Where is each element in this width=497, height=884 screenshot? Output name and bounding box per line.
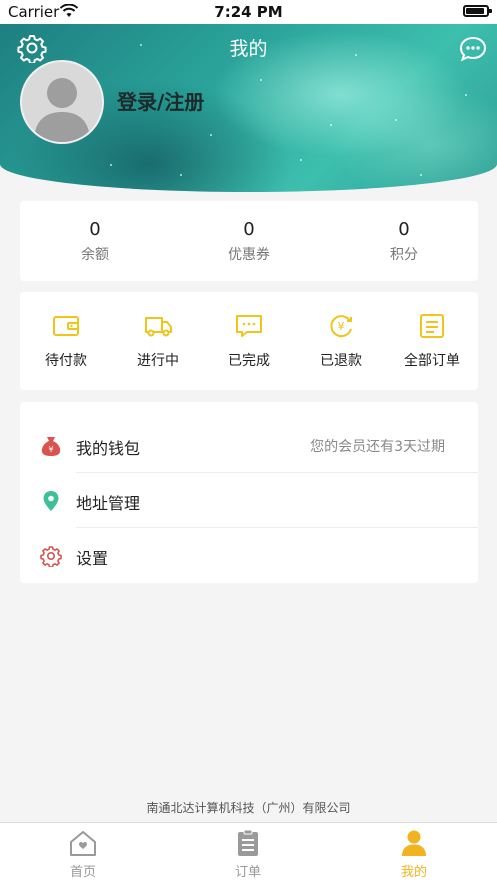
company-name: 南通北达计算机科技（广州）有限公司 — [146, 801, 351, 815]
menu-item-wallet[interactable]: ¥ 我的钱包 您的会员还有3天过期 — [20, 418, 478, 473]
menu-item-settings-label: 设置 — [76, 549, 109, 568]
menu-item-wallet-label: 我的钱包 — [76, 439, 141, 458]
order-completed[interactable]: 已完成 — [203, 312, 295, 370]
chat-done-icon — [236, 315, 262, 337]
order-list-icon — [420, 314, 444, 338]
profile-header: 我的 登录/注册 — [0, 24, 497, 192]
location-pin-icon — [43, 491, 59, 511]
tab-orders-label: 订单 — [234, 865, 261, 880]
order-refunded-label: 已退款 — [320, 353, 362, 369]
gear-icon — [40, 546, 62, 567]
order-all[interactable]: 全部订单 — [386, 312, 478, 370]
tab-orders[interactable]: 订单 — [188, 829, 308, 880]
balance-stat[interactable]: 0 余额 — [20, 219, 170, 264]
order-completed-label: 已完成 — [228, 353, 270, 369]
tab-bar: 首页 订单 我的 — [0, 822, 497, 884]
balance-label: 余额 — [81, 247, 109, 263]
points-value: 0 — [398, 219, 410, 240]
page-title: 我的 — [229, 38, 268, 60]
points-label: 积分 — [390, 247, 418, 263]
coupon-stat[interactable]: 0 优惠券 — [174, 219, 324, 264]
home-icon — [70, 831, 96, 856]
user-icon — [402, 830, 426, 856]
order-all-label: 全部订单 — [404, 353, 460, 369]
svg-text:¥: ¥ — [338, 320, 345, 333]
avatar[interactable] — [20, 60, 104, 144]
message-icon[interactable] — [458, 34, 488, 64]
menu-card: ¥ 我的钱包 您的会员还有3天过期 地址管理 设置 — [20, 402, 478, 583]
orders-card: 待付款 进行中 已完成 ¥ 已退款 全部订单 — [20, 292, 478, 390]
order-pending-payment[interactable]: 待付款 — [20, 312, 112, 370]
tab-mine-label: 我的 — [400, 865, 427, 880]
tab-mine[interactable]: 我的 — [354, 829, 474, 880]
menu-item-address-label: 地址管理 — [76, 494, 141, 513]
menu-item-address[interactable]: 地址管理 — [20, 473, 478, 528]
menu-item-settings[interactable]: 设置 — [20, 528, 478, 583]
clock: 7:24 PM — [214, 3, 283, 21]
coupon-value: 0 — [243, 219, 255, 240]
truck-icon — [145, 317, 172, 337]
coupon-label: 优惠券 — [228, 247, 270, 263]
tab-home[interactable]: 首页 — [23, 829, 143, 880]
svg-text:¥: ¥ — [48, 445, 53, 454]
login-register-link[interactable]: 登录/注册 — [117, 86, 204, 115]
account-stats-card: 0 余额 0 优惠券 0 积分 — [20, 201, 478, 281]
order-in-progress[interactable]: 进行中 — [112, 312, 204, 370]
membership-expiry-note: 您的会员还有3天过期 — [310, 439, 445, 455]
order-in-progress-label: 进行中 — [137, 353, 179, 369]
order-pending-payment-label: 待付款 — [45, 353, 87, 369]
wallet-icon — [53, 316, 79, 336]
balance-value: 0 — [89, 219, 101, 240]
status-bar: Carrier 7:24 PM — [0, 0, 497, 24]
clipboard-icon — [238, 829, 258, 856]
tab-home-label: 首页 — [69, 865, 96, 880]
points-stat[interactable]: 0 积分 — [329, 219, 479, 264]
order-refunded[interactable]: ¥ 已退款 — [295, 312, 387, 370]
battery-icon — [463, 5, 492, 17]
refund-icon: ¥ — [330, 315, 352, 338]
money-bag-icon: ¥ — [41, 437, 61, 456]
default-avatar-icon — [34, 78, 90, 142]
